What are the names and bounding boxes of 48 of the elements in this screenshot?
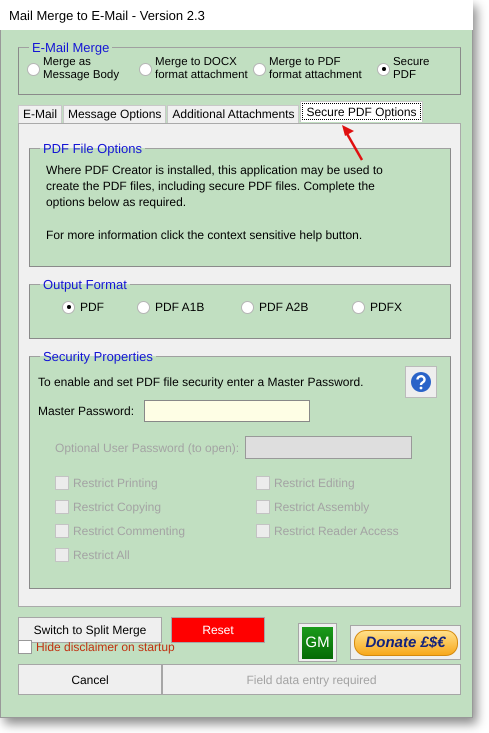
password-field[interactable] [144, 400, 310, 422]
group-title: Output Format [42, 277, 128, 292]
radio-label: Merge to PDF format attachment [269, 56, 363, 82]
radio-button[interactable] [62, 300, 75, 314]
split-merge-button[interactable]: Switch to Split Merge [18, 617, 162, 643]
radio-label: PDF [80, 300, 104, 314]
radio-button[interactable] [241, 300, 254, 314]
checkbox-label: Restrict Assembly [274, 500, 370, 514]
info-text: Where PDF Creator is installed, this application may be used to create the PDF files, including secure PDF files. Complete the options below as required. [46, 162, 384, 210]
group-title: Security Properties [42, 349, 154, 364]
radio-button[interactable] [253, 62, 266, 76]
tab[interactable]: E-Mail [18, 105, 62, 123]
checkbox-label: Restrict Editing [274, 476, 355, 490]
radio-button[interactable] [352, 300, 365, 314]
tab[interactable]: Message Options [63, 105, 166, 123]
checkbox-label: Restrict Printing [73, 476, 158, 490]
checkbox-label: Restrict Reader Access [274, 524, 399, 538]
radio-label: PDF A1B [155, 300, 204, 314]
radio-label: Merge as Message Body [43, 56, 120, 82]
help-button[interactable] [405, 366, 437, 398]
field-label: Optional User Password (to open): [55, 440, 240, 454]
checkbox-label: Hide disclaimer on startup [36, 640, 175, 654]
info-text: For more information click the context sensitive help button. [46, 227, 364, 243]
radio-label: Merge to DOCX format attachment [155, 56, 249, 82]
group-title: E-Mail Merge [31, 40, 110, 55]
checkbox-label: Restrict Commenting [73, 524, 186, 538]
intro-text: To enable and set PDF file security enter a Master Password. [38, 375, 364, 389]
radio-button[interactable] [377, 62, 390, 76]
group-title: PDF File Options [42, 141, 143, 156]
reset-button[interactable]: Reset [171, 617, 265, 643]
donate-button[interactable]: Donate £$€ [350, 625, 461, 660]
annotation-arrow [340, 124, 366, 162]
tab[interactable]: Secure PDF Options [300, 101, 423, 122]
checkbox-label: Restrict All [73, 548, 130, 562]
radio-label: Secure PDF [393, 56, 430, 82]
checkbox-label: Restrict Copying [73, 500, 162, 514]
window-title: Mail Merge to E-Mail - Version 2.3 [9, 8, 205, 22]
cancel-button[interactable]: Cancel [18, 664, 162, 695]
field-label: Master Password: [38, 404, 134, 418]
checkbox[interactable] [18, 640, 32, 654]
radio-label: PDF A2B [259, 300, 308, 314]
radio-button[interactable] [139, 62, 152, 76]
radio-button[interactable] [137, 300, 150, 314]
gm-button[interactable]: GM [298, 623, 337, 662]
tab[interactable]: Additional Attachments [167, 105, 300, 123]
radio-button[interactable] [27, 62, 40, 76]
radio-label: PDFX [370, 300, 402, 314]
help-icon [410, 371, 432, 393]
